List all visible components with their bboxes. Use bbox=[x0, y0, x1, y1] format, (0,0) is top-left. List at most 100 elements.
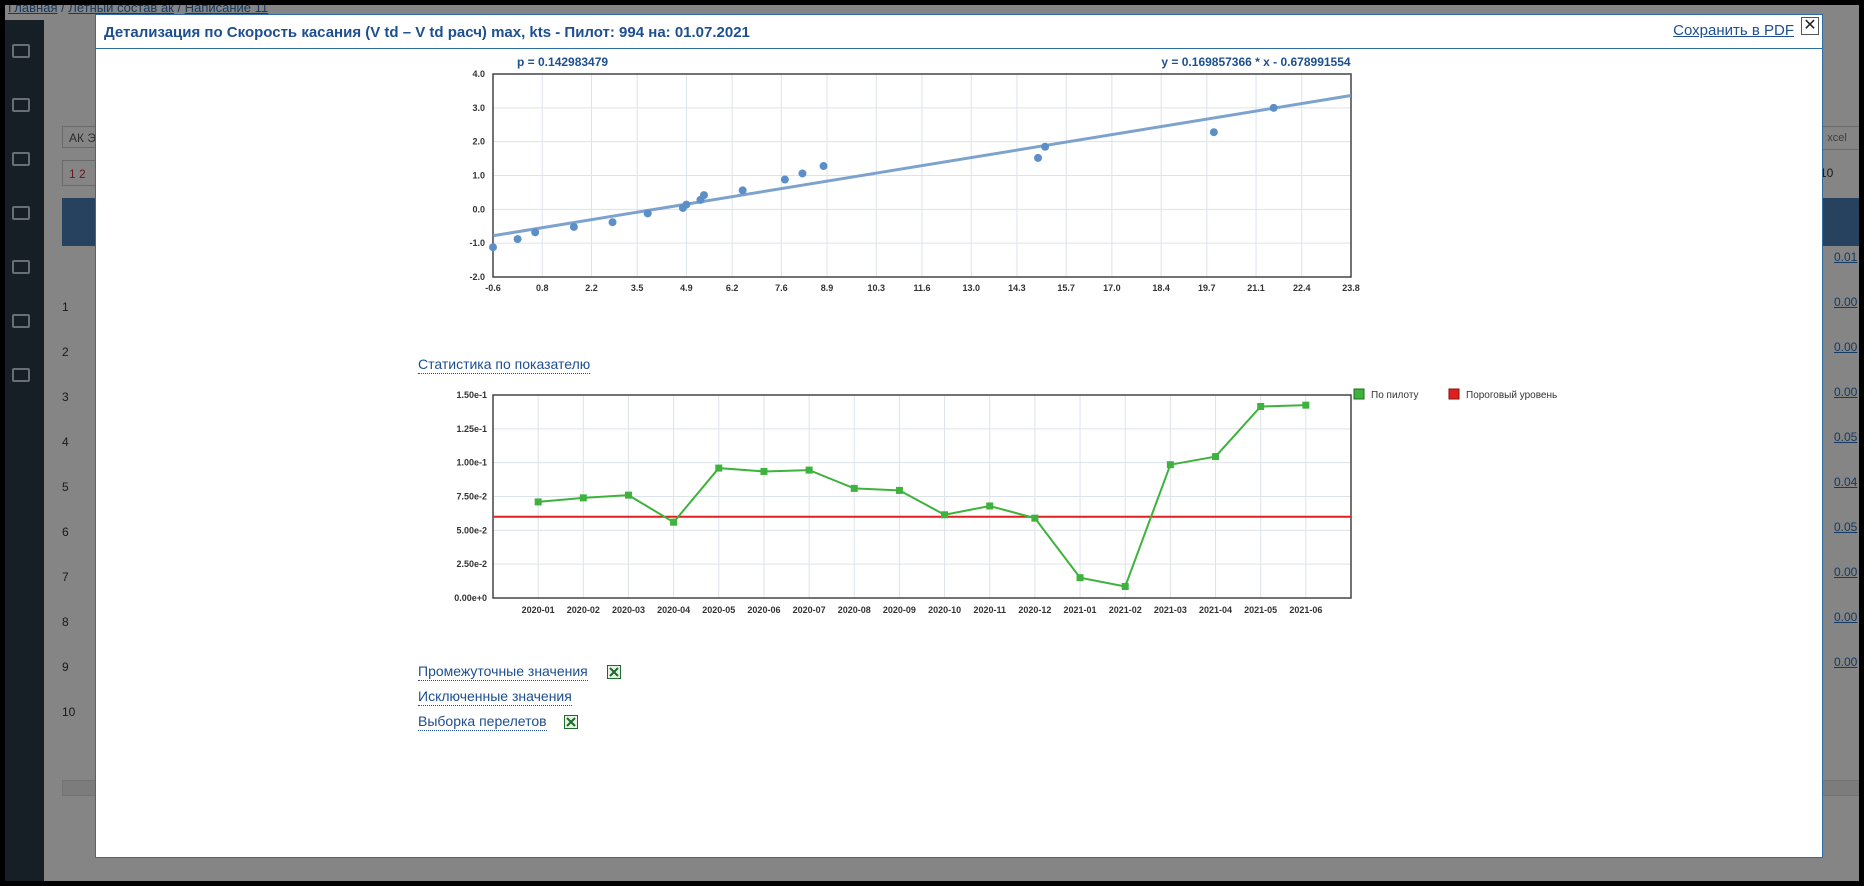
scatter-point bbox=[682, 200, 691, 209]
pilot-series-point bbox=[850, 484, 858, 492]
line-y-tick-label: 0.00e+0 bbox=[454, 593, 487, 603]
scatter-x-tick-label: 8.9 bbox=[821, 283, 834, 293]
pilot-series-point bbox=[624, 491, 632, 499]
legend-threshold-swatch[interactable] bbox=[1448, 388, 1460, 400]
scatter-point bbox=[531, 228, 540, 237]
line-y-ticks: 1.50e-1 1.25e-1 1.00e-1 7.50e-2 5.00e-2 2.50e… bbox=[454, 390, 487, 603]
scatter-point bbox=[1269, 103, 1278, 112]
line-x-tick-label: 2020-07 bbox=[793, 605, 826, 615]
legend-pilot-swatch[interactable] bbox=[1353, 388, 1365, 400]
scatter-y-tick-label: -1.0 bbox=[469, 238, 485, 248]
scatter-x-tick-label: -0.6 bbox=[485, 283, 501, 293]
scatter-point bbox=[699, 191, 708, 200]
line-series bbox=[493, 401, 1351, 590]
pilot-series-point bbox=[715, 464, 723, 472]
scatter-point bbox=[798, 169, 807, 178]
scatter-x-tick-label: 2.2 bbox=[585, 283, 598, 293]
scatter-x-tick-label: 22.4 bbox=[1293, 283, 1311, 293]
legend-threshold-label: Пороговый уровень bbox=[1466, 390, 1557, 401]
line-x-tick-label: 2021-01 bbox=[1064, 605, 1097, 615]
pilot-series-line bbox=[538, 404, 1306, 588]
scatter-x-tick-label: 6.2 bbox=[726, 283, 739, 293]
line-x-tick-label: 2021-04 bbox=[1199, 605, 1232, 615]
scatter-x-tick-label: 18.4 bbox=[1152, 283, 1170, 293]
monthly-line-chart: 1.50e-1 1.25e-1 1.00e-1 7.50e-2 5.00e-2 2.50e… bbox=[454, 388, 1557, 615]
scatter-x-tick-label: 11.6 bbox=[913, 283, 930, 293]
pilot-series-point bbox=[670, 518, 678, 526]
line-x-tick-label: 2021-02 bbox=[1109, 605, 1142, 615]
intermediate-values-link[interactable]: Промежуточные значения bbox=[418, 663, 588, 681]
line-y-tick-label: 2.50e-2 bbox=[456, 559, 487, 569]
scatter-y-ticks: 4.0 3.0 2.0 1.0 0.0 -1.0 -2.0 bbox=[469, 69, 485, 282]
line-x-tick-label: 2020-11 bbox=[973, 605, 1006, 615]
scatter-x-tick-label: 15.7 bbox=[1057, 283, 1075, 293]
scatter-point bbox=[608, 218, 617, 227]
line-y-tick-label: 1.50e-1 bbox=[456, 390, 487, 400]
line-x-tick-label: 2020-01 bbox=[522, 605, 555, 615]
line-x-tick-label: 2020-10 bbox=[928, 605, 961, 615]
line-x-tick-label: 2020-04 bbox=[657, 605, 690, 615]
scatter-x-tick-label: 0.8 bbox=[536, 283, 549, 293]
pilot-series-point bbox=[1302, 401, 1310, 409]
line-x-tick-label: 2020-08 bbox=[838, 605, 871, 615]
close-icon[interactable]: ✕ bbox=[1801, 17, 1819, 35]
correlation-annotation: p = 0.142983479 bbox=[517, 55, 608, 69]
scatter-point bbox=[1041, 142, 1050, 151]
pilot-series-point bbox=[805, 466, 813, 474]
scatter-x-tick-label: 17.0 bbox=[1103, 283, 1121, 293]
pilot-series-point bbox=[760, 467, 768, 475]
pilot-series-point bbox=[1031, 514, 1039, 522]
scatter-point bbox=[643, 209, 652, 218]
scatter-x-tick-label: 13.0 bbox=[962, 283, 980, 293]
scatter-point bbox=[1034, 153, 1043, 162]
scatter-x-tick-label: 4.9 bbox=[680, 283, 693, 293]
pilot-series-point bbox=[534, 498, 542, 506]
pilot-series-point bbox=[1166, 461, 1174, 469]
excluded-values-link[interactable]: Исключенные значения bbox=[418, 688, 572, 706]
line-y-tick-label: 7.50e-2 bbox=[456, 492, 487, 502]
scatter-point bbox=[513, 235, 522, 244]
scatter-point bbox=[738, 186, 747, 195]
pilot-series-point bbox=[1076, 574, 1084, 582]
pilot-series-point bbox=[1257, 403, 1265, 411]
scatter-y-tick-label: 0.0 bbox=[472, 204, 485, 214]
line-x-tick-label: 2020-02 bbox=[567, 605, 600, 615]
line-y-tick-label: 5.00e-2 bbox=[456, 525, 487, 535]
scatter-point bbox=[780, 175, 789, 184]
scatter-grid bbox=[492, 73, 1352, 278]
line-y-tick-label: 1.25e-1 bbox=[456, 424, 487, 434]
scatter-x-tick-label: 3.5 bbox=[631, 283, 644, 293]
line-x-tick-label: 2020-03 bbox=[612, 605, 645, 615]
scatter-x-tick-label: 10.3 bbox=[868, 283, 886, 293]
save-pdf-link[interactable]: Сохранить в PDF bbox=[1673, 22, 1794, 39]
legend-pilot-label: По пилоту bbox=[1371, 390, 1419, 401]
scatter-x-tick-label: 19.7 bbox=[1198, 283, 1216, 293]
excel-export-icon[interactable] bbox=[564, 715, 578, 729]
scatter-x-tick-label: 23.8 bbox=[1342, 283, 1360, 293]
modal-header: Детализация по Скорость касания (V td – … bbox=[96, 15, 1822, 49]
line-x-tick-label: 2020-09 bbox=[883, 605, 916, 615]
regression-scatter-chart: -0.6 0.8 2.2 3.5 4.9 6.2 7.6 8.9 10.3 11.6 13.0 14.… bbox=[469, 55, 1360, 293]
chart-legend: По пилоту Пороговый уровень bbox=[1353, 388, 1557, 401]
line-x-tick-label: 2021-06 bbox=[1289, 605, 1322, 615]
excel-export-icon[interactable] bbox=[607, 665, 621, 679]
pilot-series-point bbox=[895, 486, 903, 494]
scatter-x-ticks: -0.6 0.8 2.2 3.5 4.9 6.2 7.6 8.9 10.3 11.6 13.0 14.… bbox=[485, 283, 1360, 293]
scatter-point bbox=[819, 162, 828, 171]
pilot-series-point bbox=[941, 511, 949, 519]
regression-equation: y = 0.169857366 * x - 0.678991554 bbox=[1161, 55, 1350, 69]
scatter-x-tick-label: 14.3 bbox=[1008, 283, 1026, 293]
line-x-tick-label: 2021-03 bbox=[1154, 605, 1187, 615]
scatter-point bbox=[489, 243, 497, 252]
line-x-tick-label: 2021-05 bbox=[1244, 605, 1277, 615]
scatter-y-tick-label: 2.0 bbox=[472, 137, 485, 147]
pilot-series-point bbox=[1212, 453, 1220, 461]
scatter-point bbox=[569, 222, 578, 231]
flight-selection-link[interactable]: Выборка перелетов bbox=[418, 713, 547, 731]
pilot-series-point bbox=[986, 502, 994, 510]
pilot-series-point bbox=[579, 494, 587, 502]
detail-modal: Детализация по Скорость касания (V td – … bbox=[95, 14, 1823, 858]
scatter-y-tick-label: -2.0 bbox=[469, 272, 485, 282]
scatter-y-tick-label: 4.0 bbox=[472, 69, 485, 79]
pilot-series-point bbox=[1121, 582, 1129, 590]
